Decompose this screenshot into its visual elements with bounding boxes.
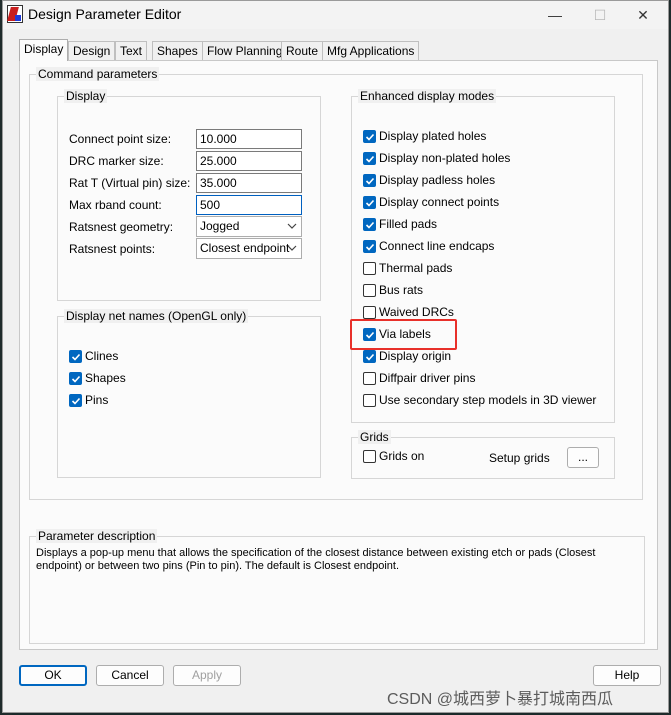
group-title: Display net names (OpenGL only) xyxy=(64,309,249,323)
group-title: Grids xyxy=(358,430,391,444)
tab-display[interactable]: Display xyxy=(19,39,69,61)
ratsnest-geometry-value: Jogged xyxy=(200,219,240,233)
checkbox-box xyxy=(363,284,376,297)
checkmark-icon xyxy=(365,221,375,229)
group-title: Parameter description xyxy=(36,529,158,543)
checkbox-box xyxy=(363,372,376,385)
close-button[interactable]: ✕ xyxy=(621,3,665,27)
connect-point-size-label: Connect point size: xyxy=(69,132,172,146)
checkmark-icon xyxy=(365,177,375,185)
apply-button[interactable]: Apply xyxy=(173,665,241,686)
setup-grids-button[interactable]: ... xyxy=(567,447,599,468)
checkbox-box xyxy=(363,450,376,463)
connect-point-size-input[interactable]: 10.000 xyxy=(196,129,302,149)
checkbox-box xyxy=(69,372,82,385)
checkmark-icon xyxy=(365,199,375,207)
ratsnest-geometry-select[interactable]: Jogged xyxy=(196,216,302,237)
checkmark-icon xyxy=(365,353,375,361)
checkmark-icon xyxy=(71,353,81,361)
checkbox-box xyxy=(363,218,376,231)
group-title: Command parameters xyxy=(36,67,160,81)
ok-button[interactable]: OK xyxy=(19,665,87,686)
checkbox-label: Connect line endcaps xyxy=(379,239,495,253)
checkbox-label: Use secondary step models in 3D viewer xyxy=(379,393,597,407)
checkbox-label: Display non-plated holes xyxy=(379,151,511,165)
tab-design[interactable]: Design xyxy=(68,41,116,61)
checkmark-icon xyxy=(71,375,81,383)
parameter-description-text: Displays a pop-up menu that allows the s… xyxy=(36,547,596,572)
checkbox-label: Filled pads xyxy=(379,217,438,231)
rat-t-size-input[interactable]: 35.000 xyxy=(196,173,302,193)
watermark-text: CSDN @城西萝卜暴打城南西瓜 xyxy=(387,691,614,708)
checkbox-box xyxy=(363,262,376,275)
max-rband-count-label: Max rband count: xyxy=(69,198,162,212)
tab-flow-planning[interactable]: Flow Planning xyxy=(202,41,288,61)
checkbox-label: Grids on xyxy=(379,449,425,463)
rat-t-size-label: Rat T (Virtual pin) size: xyxy=(69,176,191,190)
tab-text[interactable]: Text xyxy=(115,41,148,61)
checkbox-box xyxy=(363,240,376,253)
checkbox-label: Thermal pads xyxy=(379,261,453,275)
checkbox-box xyxy=(363,130,376,143)
chevron-down-icon xyxy=(287,223,297,229)
checkbox-label: Waived DRCs xyxy=(379,305,454,319)
checkbox-label: Shapes xyxy=(85,371,126,385)
checkbox-box xyxy=(363,306,376,319)
maximize-button[interactable]: ☐ xyxy=(578,3,622,27)
checkbox-box xyxy=(363,174,376,187)
dialog-window: Design Parameter Editor — ☐ ✕ Display De… xyxy=(2,0,669,713)
chevron-down-icon xyxy=(287,245,297,251)
help-button[interactable]: Help xyxy=(593,665,661,686)
checkbox-box xyxy=(363,394,376,407)
ratsnest-points-select[interactable]: Closest endpoint xyxy=(196,238,302,259)
checkmark-icon xyxy=(71,397,81,405)
tab-mfg-applications[interactable]: Mfg Applications xyxy=(322,41,420,61)
checkbox-box xyxy=(69,350,82,363)
setup-grids-label: Setup grids xyxy=(489,451,550,465)
group-title: Display xyxy=(64,89,108,103)
checkmark-icon xyxy=(365,155,375,163)
ratsnest-points-value: Closest endpoint xyxy=(200,241,290,255)
ratsnest-points-label: Ratsnest points: xyxy=(69,242,156,256)
tab-route[interactable]: Route xyxy=(281,41,324,61)
app-logo-icon xyxy=(7,5,23,23)
checkbox-label: Clines xyxy=(85,349,119,363)
window-title: Design Parameter Editor xyxy=(28,6,182,22)
tab-shapes[interactable]: Shapes xyxy=(152,41,203,61)
checkbox-label: Pins xyxy=(85,393,109,407)
checkbox-box xyxy=(363,152,376,165)
checkbox-label: Display padless holes xyxy=(379,173,496,187)
checkbox-label: Display connect points xyxy=(379,195,500,209)
parameter-description-box: Parameter description Displays a pop-up … xyxy=(29,529,645,644)
checkbox-box xyxy=(69,394,82,407)
via-labels-highlight xyxy=(350,319,457,350)
checkbox-label: Bus rats xyxy=(379,283,424,297)
checkbox-label: Display origin xyxy=(379,349,452,363)
cancel-button[interactable]: Cancel xyxy=(96,665,164,686)
group-title: Enhanced display modes xyxy=(358,89,497,103)
checkmark-icon xyxy=(365,133,375,141)
checkbox-label: Diffpair driver pins xyxy=(379,371,476,385)
checkbox-box xyxy=(363,196,376,209)
minimize-button[interactable]: — xyxy=(533,3,577,27)
checkbox-box xyxy=(363,350,376,363)
max-rband-count-input[interactable]: 500 xyxy=(196,195,302,215)
checkmark-icon xyxy=(365,243,375,251)
checkbox-label: Display plated holes xyxy=(379,129,487,143)
ratsnest-geometry-label: Ratsnest geometry: xyxy=(69,220,174,234)
drc-marker-size-input[interactable]: 25.000 xyxy=(196,151,302,171)
drc-marker-size-label: DRC marker size: xyxy=(69,154,164,168)
title-bar: Design Parameter Editor — ☐ ✕ xyxy=(3,1,668,29)
